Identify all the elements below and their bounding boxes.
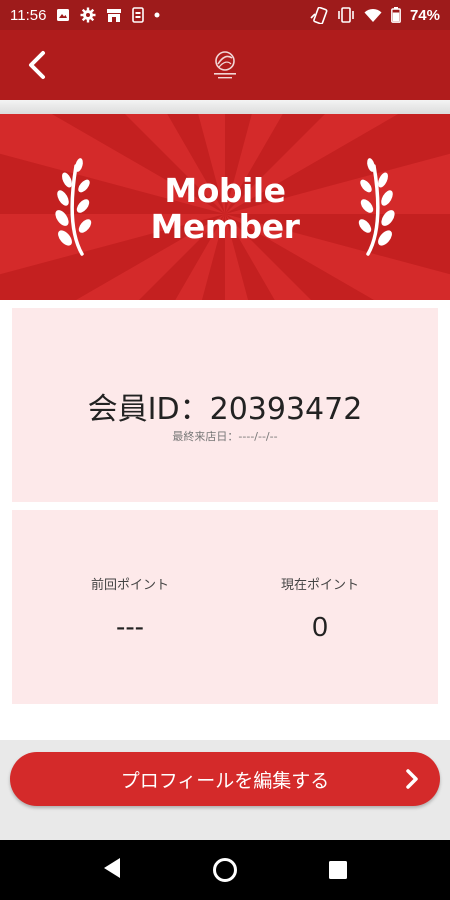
dot-icon xyxy=(154,12,160,18)
app-header xyxy=(0,30,450,100)
back-button[interactable] xyxy=(20,48,54,82)
wifi-icon xyxy=(364,8,382,22)
recents-square-icon[interactable] xyxy=(328,860,348,880)
current-points-label: 現在ポイント xyxy=(280,578,359,593)
store-icon xyxy=(107,8,122,22)
member-banner: Mobile Member xyxy=(0,114,450,300)
sim-icon xyxy=(132,7,145,23)
brand-logo-icon xyxy=(214,51,236,79)
vibrate-icon xyxy=(338,7,354,23)
previous-points-label: 前回ポイント xyxy=(90,578,169,593)
member-id-card: 会員ID：20393472 最終来店日：----/--/-- xyxy=(12,308,438,502)
points-card: 前回ポイント --- 現在ポイント 0 xyxy=(12,510,438,704)
battery-percent: 74% xyxy=(409,6,440,24)
back-triangle-icon[interactable] xyxy=(102,856,122,880)
chevron-left-icon xyxy=(29,51,45,79)
system-nav-bar xyxy=(0,840,450,900)
chevron-right-icon xyxy=(406,769,418,789)
previous-points: 前回ポイント --- xyxy=(40,574,220,643)
divider-strip xyxy=(0,100,450,114)
member-id: 会員ID：20393472 xyxy=(87,392,363,427)
last-visit-date: 最終来店日：----/--/-- xyxy=(172,430,278,443)
banner-title-line2: Member xyxy=(150,207,300,246)
bottom-action-area: プロフィールを編集する xyxy=(0,740,450,840)
battery-icon xyxy=(391,7,401,23)
edit-profile-label: プロフィールを編集する xyxy=(120,769,330,792)
edit-profile-button[interactable]: プロフィールを編集する xyxy=(10,752,440,806)
home-circle-icon[interactable] xyxy=(212,857,238,883)
status-bar: 11:56 74% xyxy=(0,0,450,30)
gear-icon xyxy=(80,7,96,23)
previous-points-value: --- xyxy=(116,611,144,642)
current-points: 現在ポイント 0 xyxy=(230,574,410,643)
phone-link-icon xyxy=(310,6,328,24)
current-points-value: 0 xyxy=(312,611,328,642)
image-icon xyxy=(57,9,70,21)
banner-title-line1: Mobile xyxy=(164,171,286,210)
status-time: 11:56 xyxy=(10,6,47,24)
